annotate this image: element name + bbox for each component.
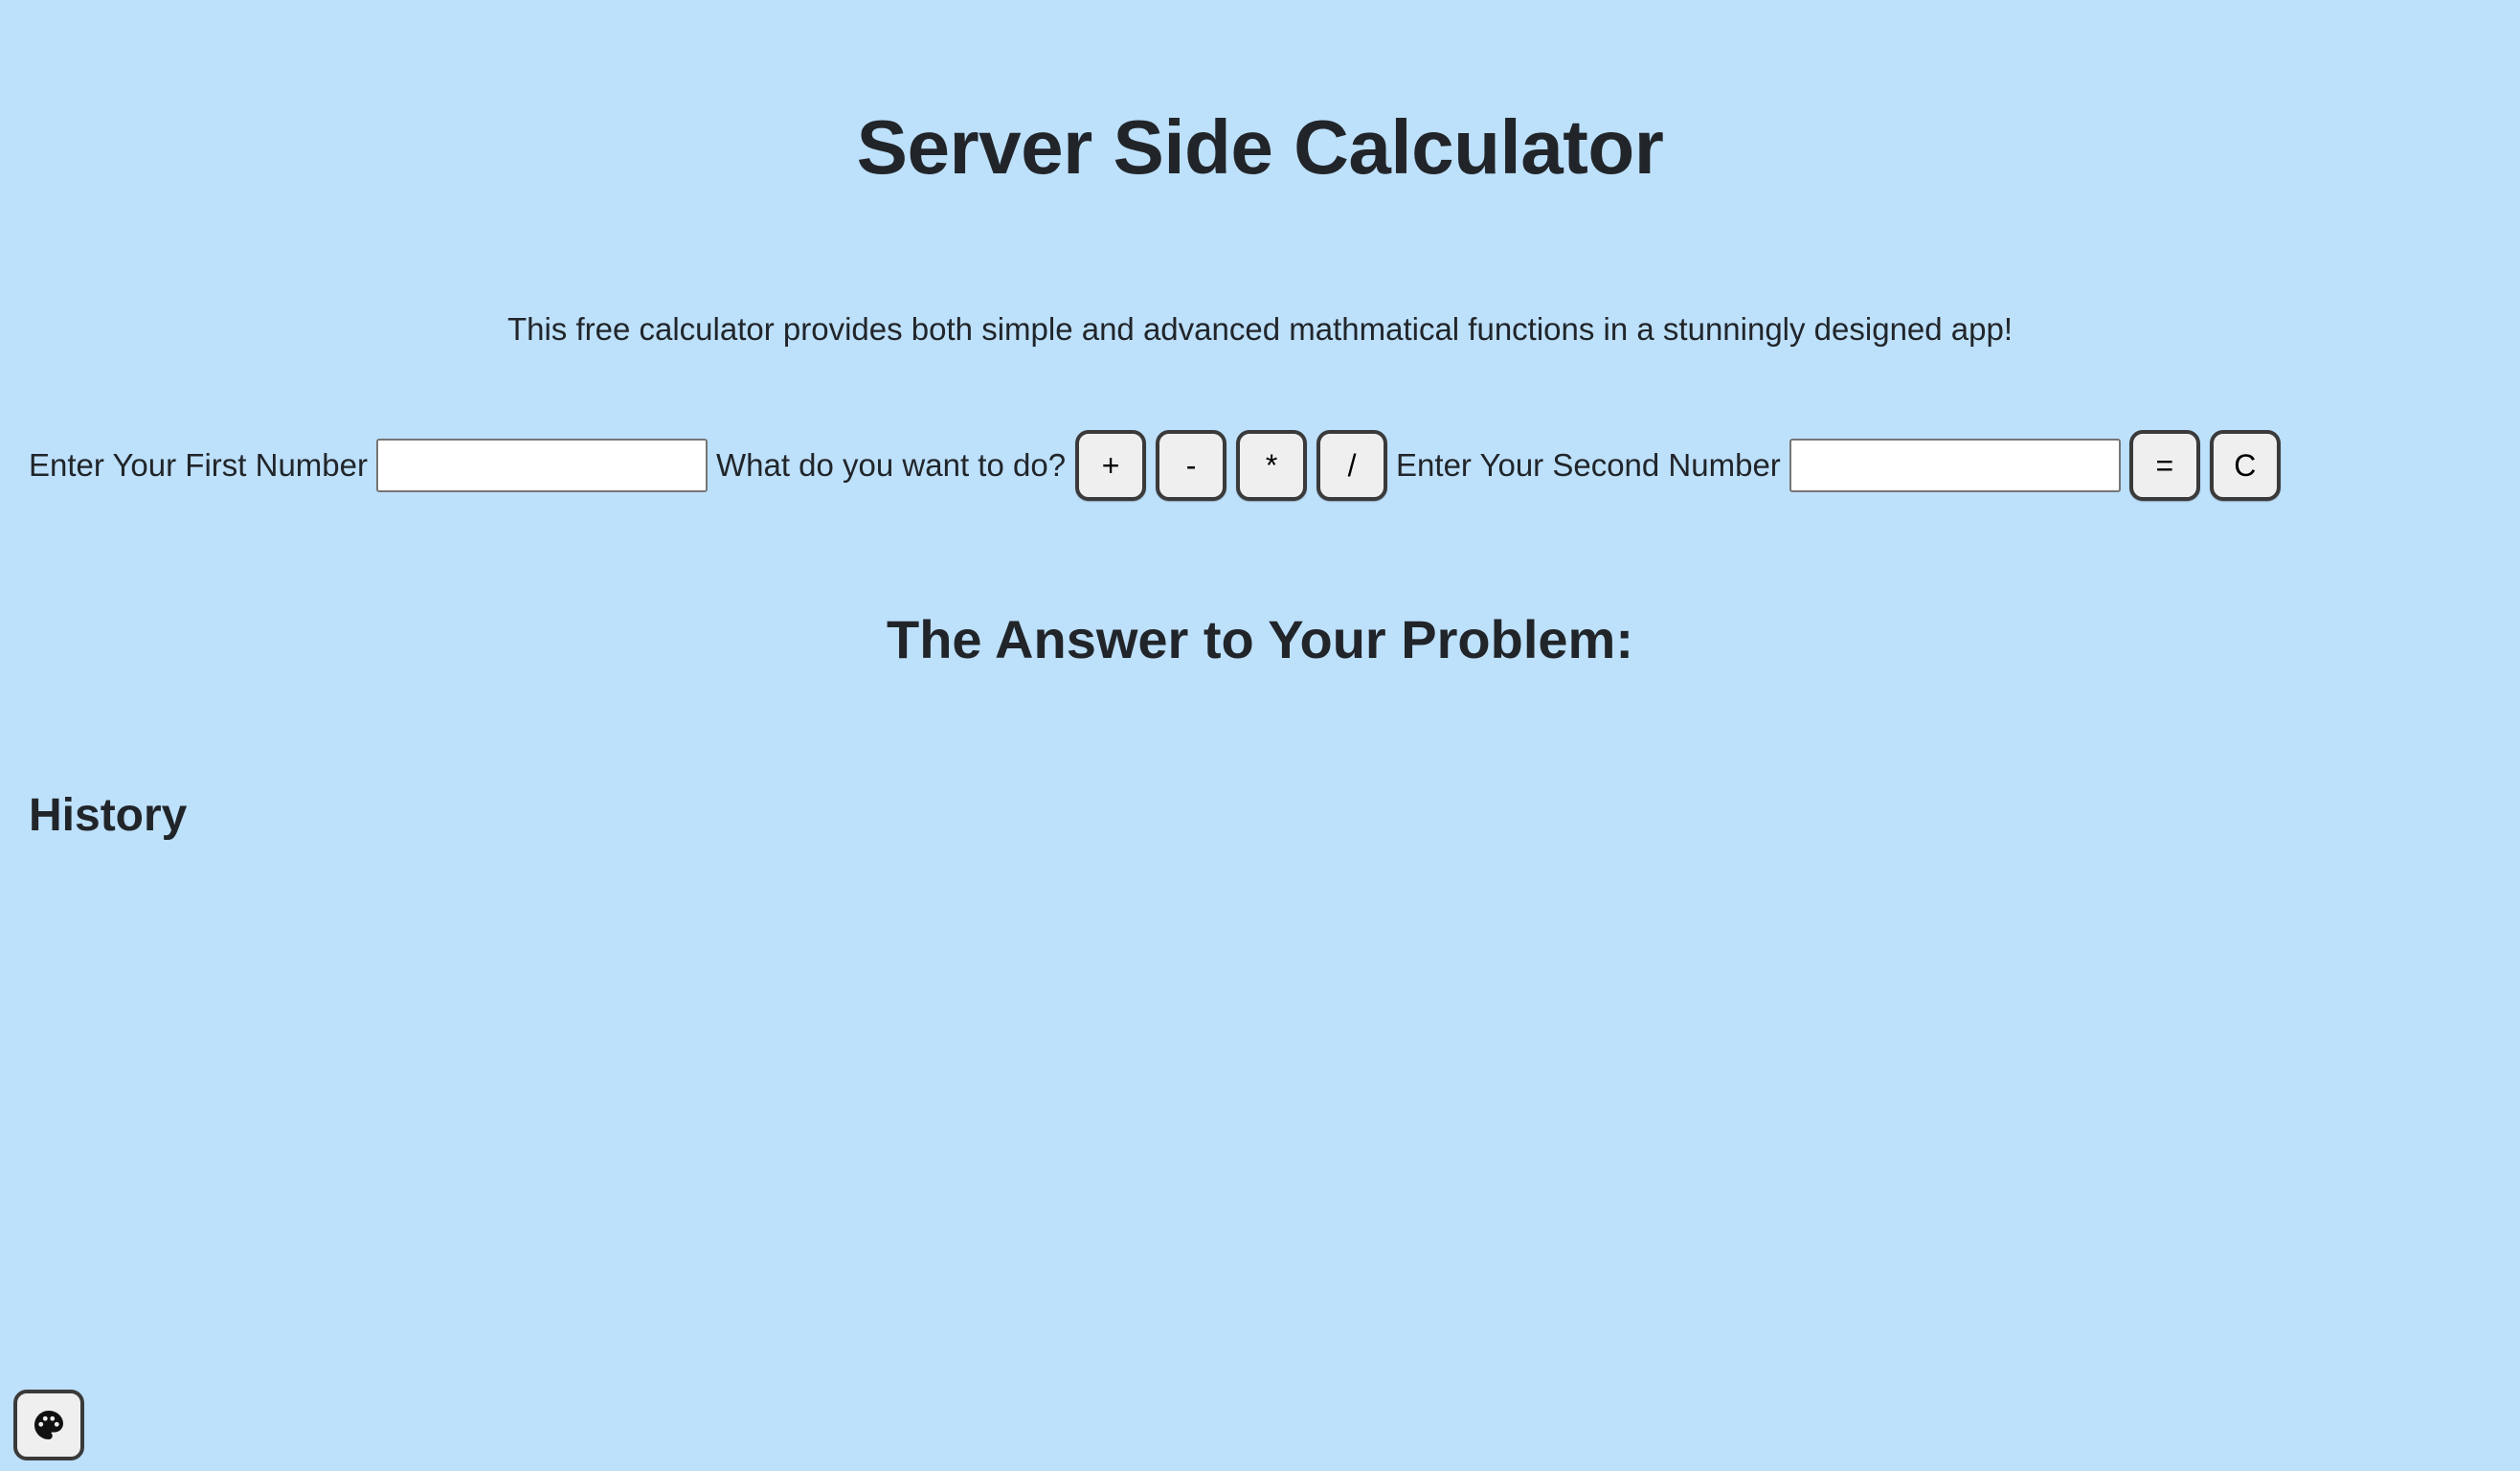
answer-heading: The Answer to Your Problem: <box>887 609 1633 669</box>
page-title: Server Side Calculator <box>856 104 1664 190</box>
clear-button[interactable]: C <box>2209 430 2281 501</box>
first-number-label: Enter Your First Number <box>29 447 368 483</box>
add-button[interactable]: + <box>1075 430 1147 501</box>
operation-label: What do you want to do? <box>715 447 1067 483</box>
second-number-label: Enter Your Second Number <box>1396 447 1781 483</box>
first-number-input[interactable] <box>375 439 708 492</box>
second-number-input[interactable] <box>1789 439 2121 492</box>
theme-toggle-button[interactable] <box>13 1390 84 1460</box>
multiply-button[interactable]: * <box>1236 430 1308 501</box>
calculator-form: Enter Your First Number What do you want… <box>29 429 2285 502</box>
palette-icon <box>32 1408 66 1442</box>
equals-button[interactable]: = <box>2128 430 2200 501</box>
intro-text: This free calculator provides both simpl… <box>506 311 2014 347</box>
history-heading: History <box>29 790 188 841</box>
divide-button[interactable]: / <box>1316 430 1388 501</box>
subtract-button[interactable]: - <box>1156 430 1227 501</box>
